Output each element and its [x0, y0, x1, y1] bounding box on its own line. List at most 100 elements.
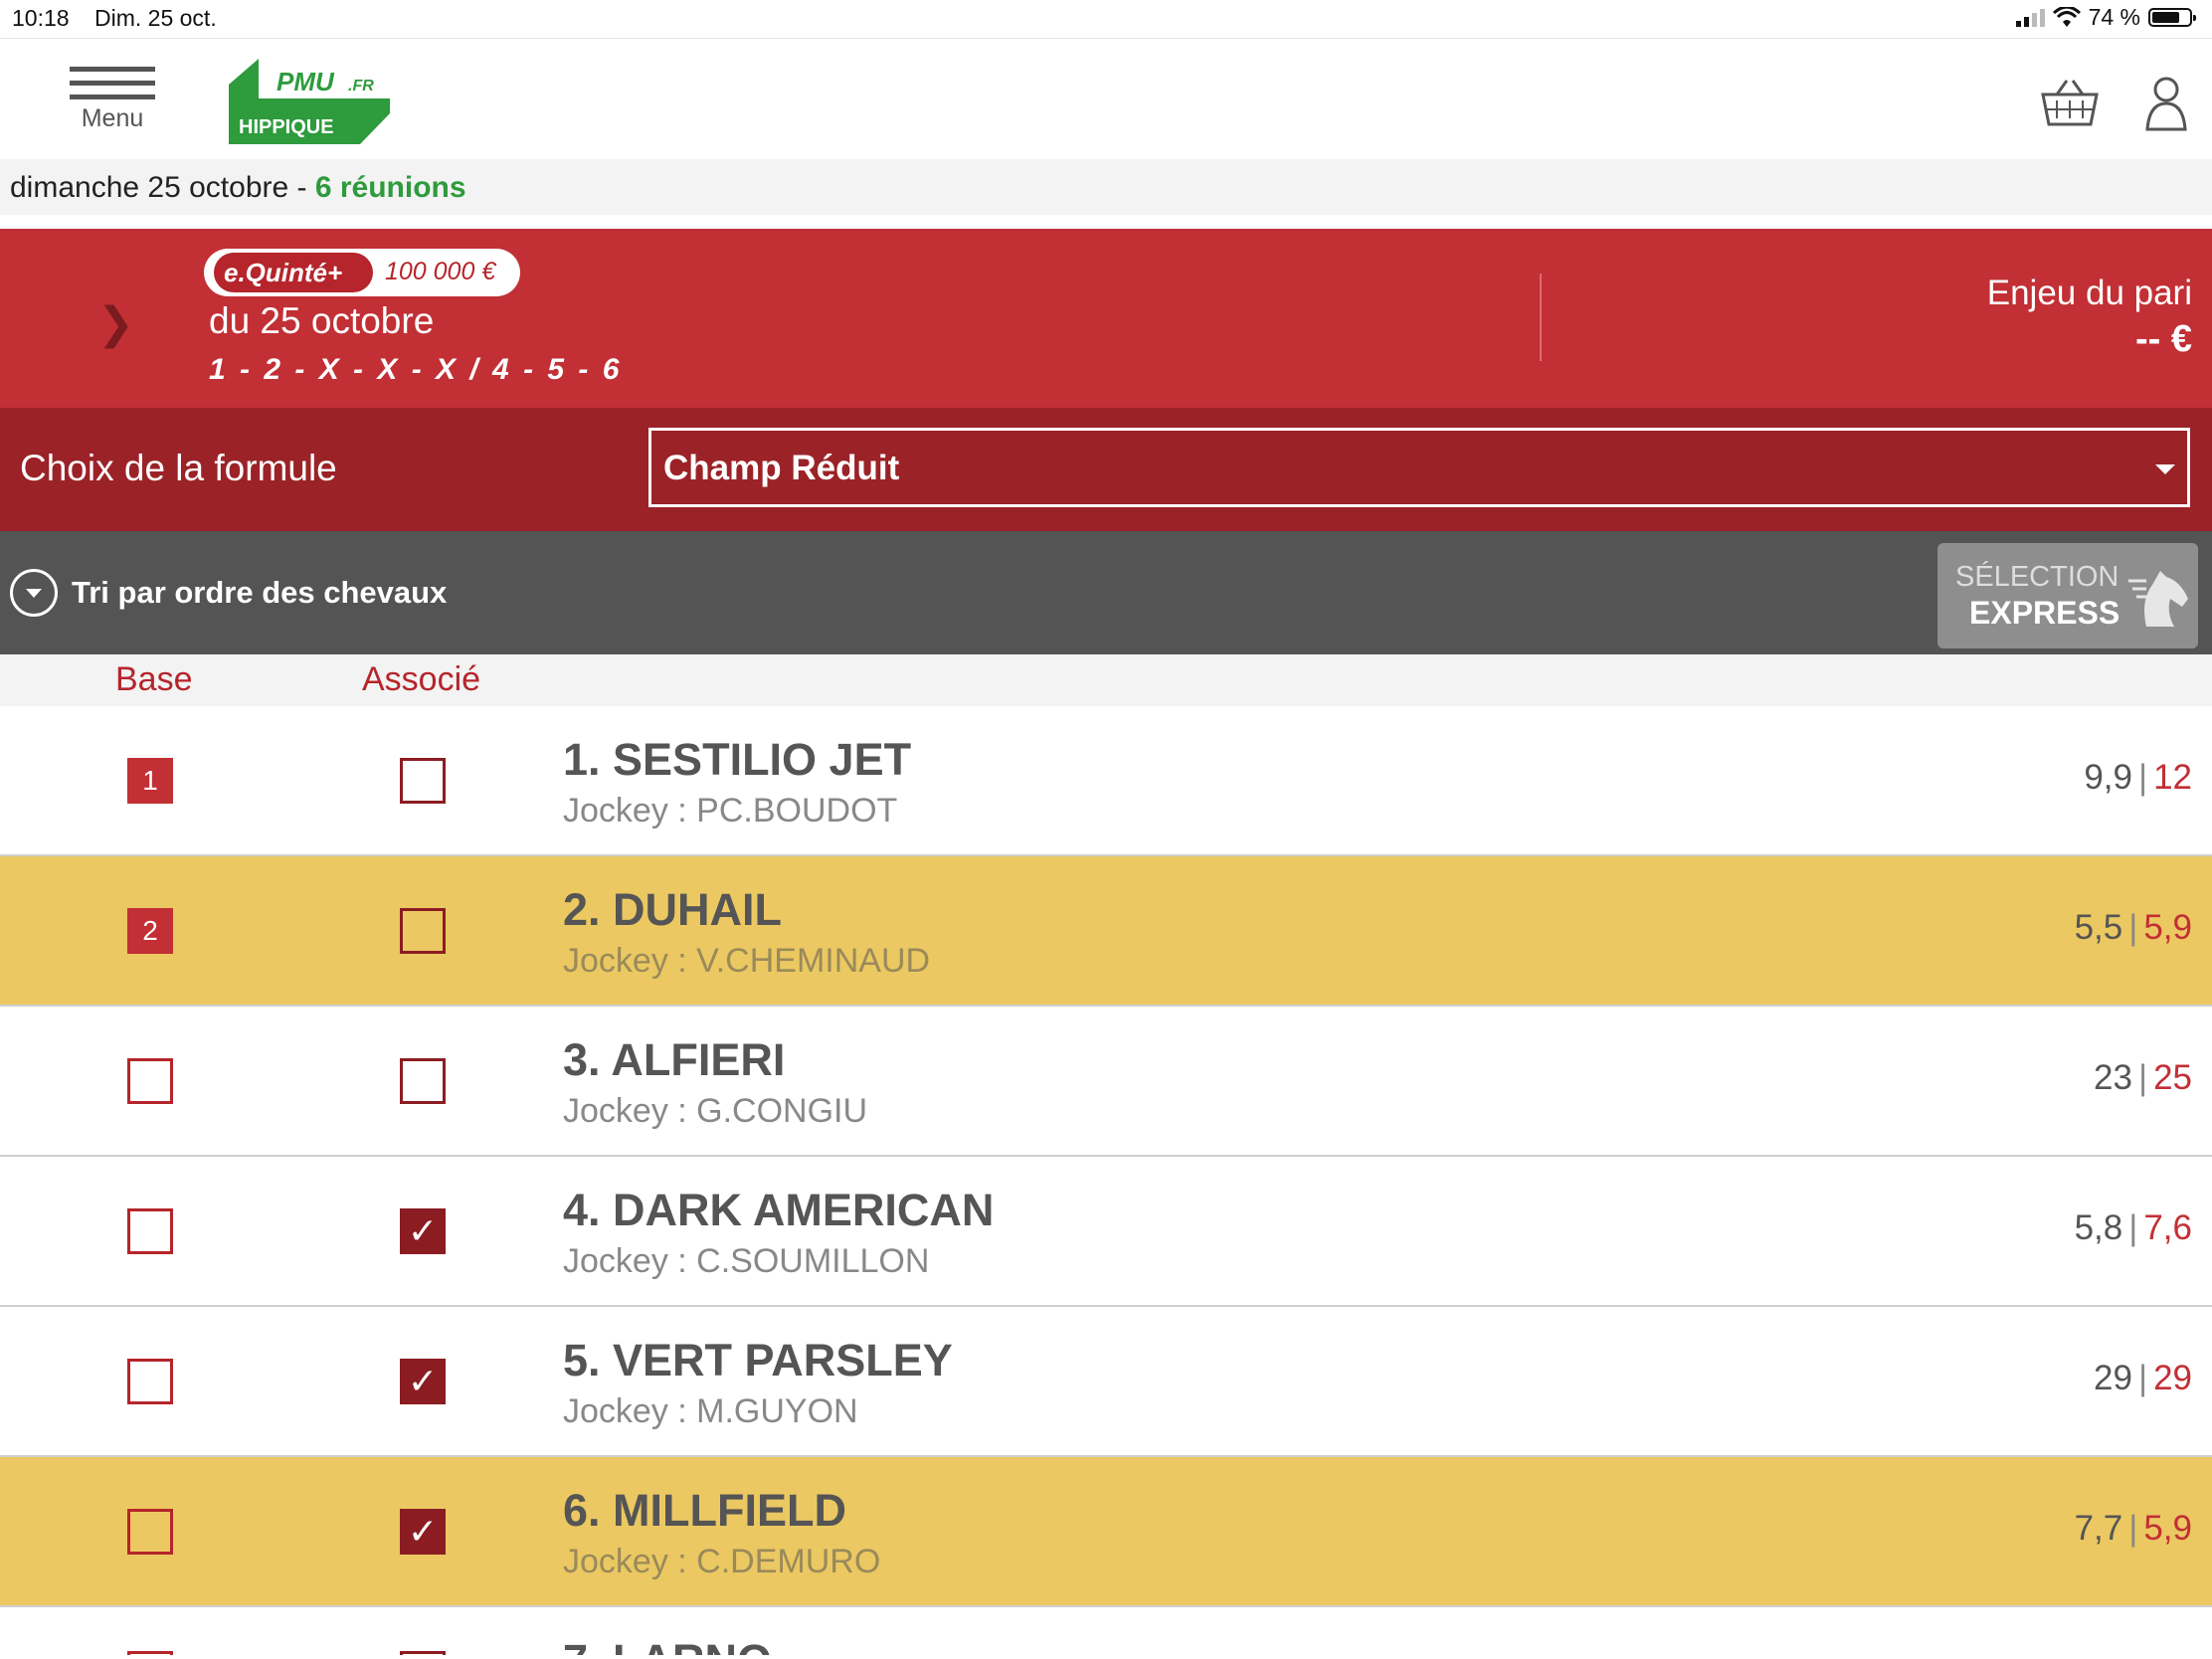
associe-checkbox[interactable] [400, 1651, 446, 1655]
column-headers: Base Associé [0, 654, 2212, 706]
runner-name: 7. LARNO [563, 1635, 772, 1655]
pmu-logo[interactable]: PMU .FR HIPPIQUE [229, 59, 390, 144]
date-text: dimanche 25 octobre - [10, 171, 315, 204]
runner-list: 1 1. SESTILIO JET Jockey : PC.BOUDOT 9,9… [0, 706, 2212, 1655]
associe-checkbox[interactable]: ✓ [400, 1509, 446, 1555]
status-time: 10:18 [12, 5, 70, 31]
formula-label: Choix de la formule [20, 448, 337, 488]
odds-reference: 5,5 [2074, 908, 2123, 947]
formula-value: Champ Réduit [663, 449, 900, 487]
race-date: du 25 octobre [209, 300, 435, 341]
column-associe: Associé [362, 660, 481, 698]
wifi-icon [2052, 6, 2081, 27]
date-bar: dimanche 25 octobre - 6 réunions [0, 159, 2212, 215]
associe-checkbox[interactable]: ✓ [400, 1359, 446, 1404]
runner-row[interactable]: 1 1. SESTILIO JET Jockey : PC.BOUDOT 9,9… [0, 706, 2212, 856]
associe-checkbox[interactable] [400, 1058, 446, 1104]
status-bar: 10:18 Dim. 25 oct. 74 % [0, 0, 2212, 39]
associe-checkbox[interactable]: ✓ [400, 1208, 446, 1254]
runner-jockey: Jockey : V.CHEMINAUD [563, 942, 931, 980]
stake-label: Enjeu du pari [1986, 274, 2192, 312]
bet-type-badge: e.Quinté+ 100 000 € [204, 249, 520, 296]
runner-odds: 5,8 | 7,6 [2074, 1208, 2192, 1247]
runner-name: 4. DARK AMERICAN [563, 1185, 995, 1235]
odds-live: 5,9 [2143, 1509, 2192, 1548]
runner-jockey: Jockey : M.GUYON [563, 1392, 858, 1430]
odds-reference: 23 [2094, 1058, 2132, 1097]
odds-live: 29 [2153, 1359, 2192, 1397]
base-checkbox[interactable] [127, 1208, 173, 1254]
status-right: 74 % [2015, 4, 2196, 31]
logo-text: PMU [276, 67, 335, 96]
odds-reference: 7,7 [2074, 1509, 2123, 1548]
base-checkbox[interactable] [127, 1058, 173, 1104]
runner-jockey: Jockey : C.SOUMILLON [563, 1242, 930, 1280]
express-line1: SÉLECTION [1955, 561, 2120, 593]
base-checkbox[interactable] [127, 1359, 173, 1404]
logo-suffix: .FR [348, 78, 374, 94]
runner-name: 6. MILLFIELD [563, 1485, 846, 1536]
odds-live: 7,6 [2143, 1208, 2192, 1247]
quinte-brand: e.Quinté+ [214, 253, 373, 292]
menu-label: Menu [81, 104, 144, 132]
signal-icon [2015, 8, 2045, 27]
runner-odds: 23 | 25 [2094, 1058, 2192, 1097]
associe-checkbox[interactable] [400, 908, 446, 954]
runner-name: 3. ALFIERI [563, 1034, 786, 1085]
battery-icon [2148, 8, 2196, 27]
runner-jockey: Jockey : PC.BOUDOT [563, 792, 898, 830]
runner-name: 1. SESTILIO JET [563, 734, 912, 785]
logo-subtitle: HIPPIQUE [239, 116, 334, 138]
runner-row[interactable]: ✓ 5. VERT PARSLEY Jockey : M.GUYON 29 | 29 [0, 1307, 2212, 1457]
runner-row-partial[interactable]: 7. LARNO [0, 1607, 2212, 1655]
runner-row[interactable]: ✓ 6. MILLFIELD Jockey : C.DEMURO 7,7 | 5,9 [0, 1457, 2212, 1607]
jackpot-amount: 100 000 € [385, 258, 496, 285]
sort-label[interactable]: Tri par ordre des chevaux [72, 575, 447, 611]
menu-button[interactable]: Menu [70, 67, 159, 146]
status-date: Dim. 25 oct. [94, 5, 217, 31]
associe-checkbox[interactable] [400, 758, 446, 804]
runner-jockey: Jockey : G.CONGIU [563, 1092, 868, 1130]
reunion-count[interactable]: 6 [315, 171, 332, 204]
reunions-link[interactable]: réunions [340, 171, 466, 204]
odds-reference: 9,9 [2084, 758, 2132, 797]
odds-live: 5,9 [2143, 908, 2192, 947]
bet-combination: 1 - 2 - X - X - X / 4 - 5 - 6 [209, 353, 623, 386]
app-header: Menu PMU .FR HIPPIQUE [0, 39, 2212, 159]
base-checkbox[interactable] [127, 1651, 173, 1655]
odds-live: 25 [2153, 1058, 2192, 1097]
runner-name: 2. DUHAIL [563, 884, 783, 935]
express-selection-button[interactable]: SÉLECTION EXPRESS [1937, 543, 2198, 648]
sort-bar: Tri par ordre des chevaux SÉLECTION EXPR… [0, 531, 2212, 654]
runner-row[interactable]: 3. ALFIERI Jockey : G.CONGIU 23 | 25 [0, 1007, 2212, 1157]
dropdown-arrow-icon [2155, 464, 2175, 474]
runner-odds: 29 | 29 [2094, 1359, 2192, 1397]
base-checkbox[interactable] [127, 1509, 173, 1555]
runner-jockey: Jockey : C.DEMURO [563, 1543, 881, 1580]
divider [1540, 274, 1542, 361]
runner-odds: 5,5 | 5,9 [2074, 908, 2192, 947]
stake-value: -- € [2135, 318, 2192, 360]
formula-section: Choix de la formule Champ Réduit [0, 408, 2212, 531]
sort-toggle-icon[interactable] [10, 569, 58, 617]
runner-odds: 9,9 | 12 [2084, 758, 2192, 797]
odds-live: 12 [2153, 758, 2192, 797]
odds-reference: 5,8 [2074, 1208, 2123, 1247]
horse-head-icon [2128, 571, 2188, 627]
basket-icon[interactable] [2039, 79, 2101, 128]
base-checkbox[interactable]: 2 [127, 908, 173, 954]
race-banner[interactable]: ❯ e.Quinté+ 100 000 € du 25 octobre 1 - … [0, 229, 2212, 408]
hamburger-icon [70, 67, 155, 72]
runner-name: 5. VERT PARSLEY [563, 1335, 953, 1385]
chevron-right-icon[interactable]: ❯ [97, 298, 134, 349]
formula-select[interactable]: Champ Réduit [648, 428, 2190, 507]
column-base: Base [115, 660, 193, 698]
base-checkbox[interactable]: 1 [127, 758, 173, 804]
user-icon[interactable] [2143, 74, 2189, 131]
runner-row[interactable]: ✓ 4. DARK AMERICAN Jockey : C.SOUMILLON … [0, 1157, 2212, 1307]
express-line2: EXPRESS [1969, 595, 2120, 631]
odds-reference: 29 [2094, 1359, 2132, 1397]
runner-odds: 7,7 | 5,9 [2074, 1509, 2192, 1548]
battery-percent: 74 % [2088, 4, 2140, 30]
runner-row[interactable]: 2 2. DUHAIL Jockey : V.CHEMINAUD 5,5 | 5,9 [0, 856, 2212, 1007]
